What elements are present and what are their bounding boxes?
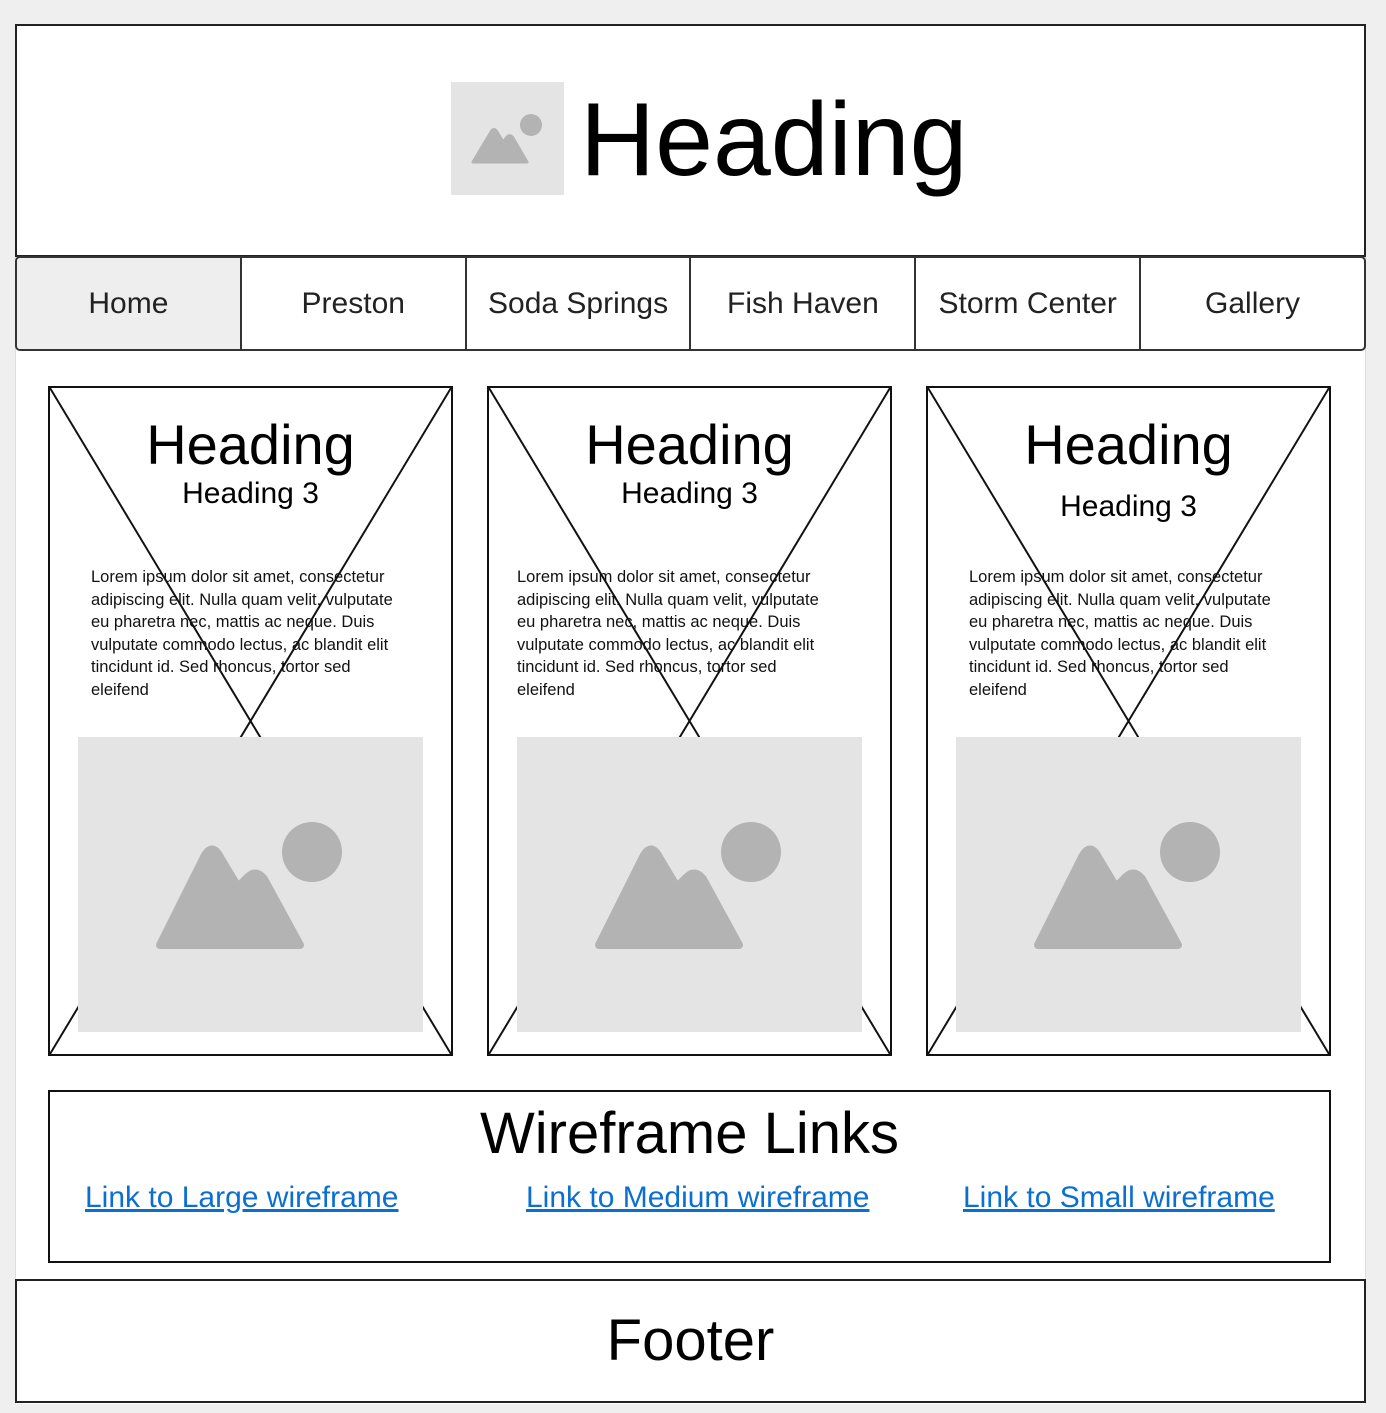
image-placeholder-icon <box>78 737 423 1032</box>
card-body-text: Lorem ipsum dolor sit amet, consectetur … <box>517 568 819 699</box>
image-placeholder-icon <box>451 82 564 195</box>
nav-item-soda-springs[interactable]: Soda Springs <box>467 258 692 349</box>
content-card: Heading Heading 3 Lorem ipsum dolor sit … <box>487 386 892 1056</box>
card-body-text: Lorem ipsum dolor sit amet, consectetur … <box>91 568 393 699</box>
section-title: Wireframe Links <box>480 1101 899 1166</box>
site-footer: Footer <box>15 1279 1366 1403</box>
link-medium-wireframe[interactable]: Link to Medium wireframe <box>526 1180 869 1216</box>
nav-item-label: Fish Haven <box>727 286 879 320</box>
card-heading: Heading <box>1024 413 1233 476</box>
link-small-wireframe[interactable]: Link to Small wireframe <box>963 1180 1275 1216</box>
nav-item-preston[interactable]: Preston <box>242 258 467 349</box>
card-heading: Heading <box>585 413 794 476</box>
nav-item-label: Storm Center <box>938 286 1117 320</box>
main-nav: Home Preston Soda Springs Fish Haven Sto… <box>15 256 1366 351</box>
image-placeholder-icon <box>956 737 1301 1032</box>
card-subheading: Heading 3 <box>1060 490 1197 523</box>
footer-text: Footer <box>606 1308 775 1373</box>
link-large-wireframe[interactable]: Link to Large wireframe <box>85 1180 398 1216</box>
image-placeholder-icon <box>517 737 862 1032</box>
nav-item-label: Preston <box>301 286 405 320</box>
content-card: Heading Heading 3 Lorem ipsum dolor sit … <box>926 386 1331 1056</box>
nav-item-label: Gallery <box>1205 286 1301 320</box>
card-body-text: Lorem ipsum dolor sit amet, consectetur … <box>969 568 1271 699</box>
page-title: Heading <box>580 82 968 198</box>
content-card: Heading Heading 3 Lorem ipsum dolor sit … <box>48 386 453 1056</box>
card-subheading: Heading 3 <box>182 477 319 510</box>
card-subheading: Heading 3 <box>621 477 758 510</box>
nav-item-gallery[interactable]: Gallery <box>1141 258 1364 349</box>
wireframe-links-section: Wireframe Links Link to Large wireframe … <box>48 1090 1331 1263</box>
nav-item-storm-center[interactable]: Storm Center <box>916 258 1142 349</box>
nav-item-label: Home <box>88 286 169 320</box>
nav-item-fish-haven[interactable]: Fish Haven <box>691 258 917 349</box>
nav-item-home[interactable]: Home <box>17 258 242 349</box>
nav-item-label: Soda Springs <box>488 286 669 320</box>
card-heading: Heading <box>146 413 355 476</box>
